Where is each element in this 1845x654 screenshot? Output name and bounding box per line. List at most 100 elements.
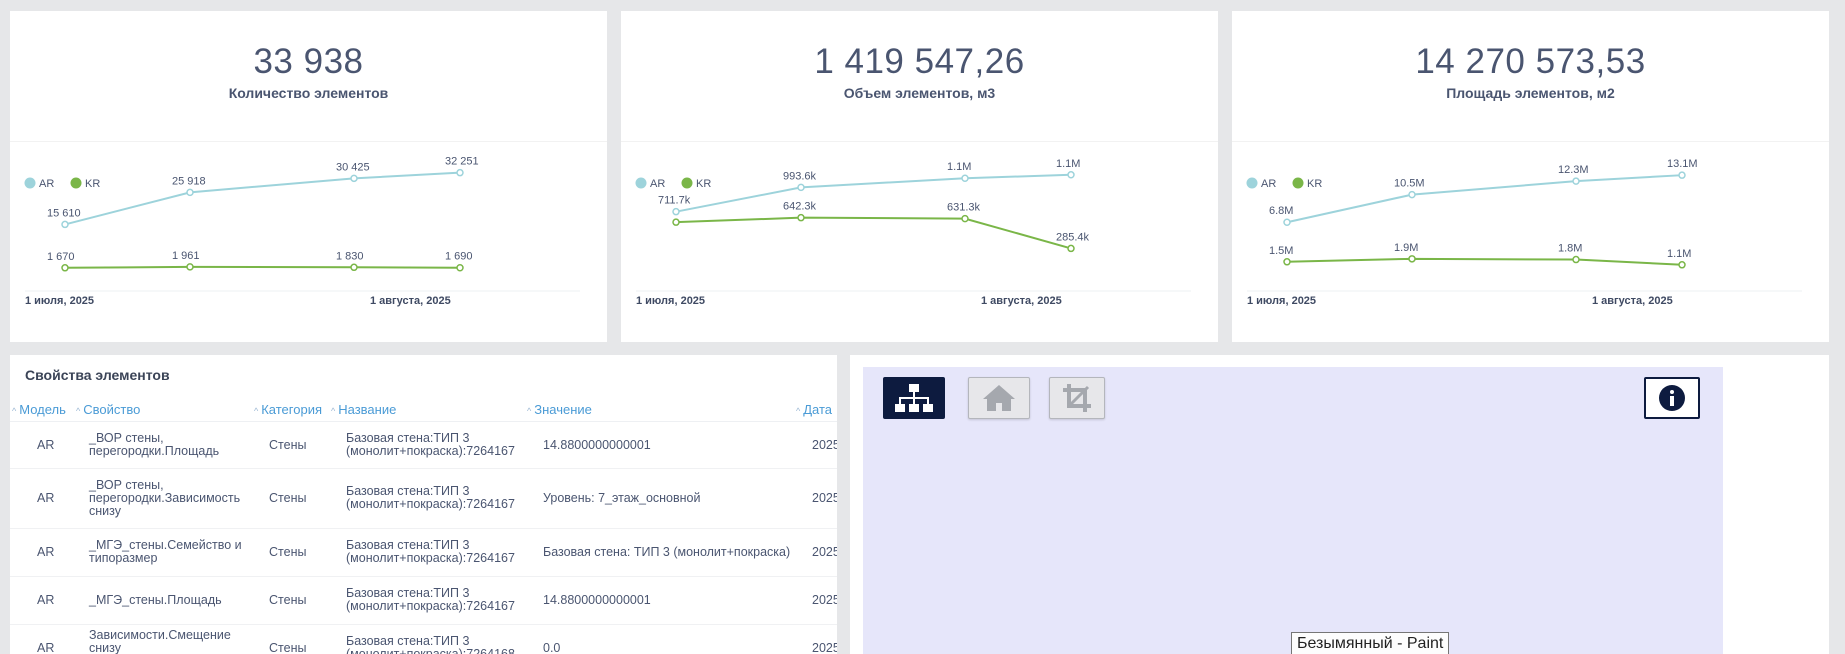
data-label: 6.8M bbox=[1269, 205, 1293, 217]
cell-value: 0.0 bbox=[543, 641, 561, 654]
cell-property: _ВОР стены, перегородки.Зависимость сниз… bbox=[89, 478, 241, 518]
legend-label[interactable]: AR bbox=[1261, 178, 1276, 190]
legend-marker bbox=[70, 177, 82, 189]
kpi-card-volume: 1 419 547,26 Объем элементов, м3 AR KR 1 и… bbox=[621, 11, 1218, 342]
model-tree-button[interactable] bbox=[883, 377, 945, 419]
x-tick-label: 1 июля, 2025 bbox=[25, 295, 94, 307]
kpi-card-area: 14 270 573,53 Площадь элементов, м2 AR KR… bbox=[1232, 11, 1829, 342]
cell-date: 2025 bbox=[812, 641, 837, 654]
table-row[interactable]: AR _ВОР стены, перегородки.Зависимость с… bbox=[10, 469, 837, 529]
data-point[interactable] bbox=[61, 264, 69, 272]
data-label: 642.3k bbox=[783, 201, 817, 213]
data-point[interactable] bbox=[1408, 190, 1416, 199]
x-tick-label: 1 августа, 2025 bbox=[370, 295, 451, 307]
column-header-category[interactable]: ^ Категория bbox=[254, 402, 322, 417]
cell-property: _МГЭ_стены.Площадь bbox=[89, 593, 222, 607]
legend-label[interactable]: AR bbox=[39, 178, 54, 190]
cell-model: AR bbox=[37, 641, 55, 654]
legend-label[interactable]: KR bbox=[1307, 178, 1322, 190]
data-point[interactable] bbox=[797, 183, 805, 192]
cell-model: AR bbox=[37, 593, 55, 607]
line-chart: AR KR 1 июля, 2025 1 августа, 2025 711.7k 993… bbox=[635, 158, 1191, 307]
data-point[interactable] bbox=[1408, 255, 1416, 263]
model-viewer-panel: Безымянный - Paint bbox=[850, 355, 1829, 654]
data-label: 13.1M bbox=[1667, 158, 1698, 170]
data-label: 1.9M bbox=[1394, 242, 1418, 254]
data-label: 10.5M bbox=[1394, 178, 1425, 190]
data-point[interactable] bbox=[961, 174, 969, 182]
data-point[interactable] bbox=[1678, 171, 1686, 179]
data-label: 1 690 bbox=[445, 251, 473, 263]
data-label: 1.1M bbox=[1667, 248, 1691, 260]
table-row[interactable]: AR _ВОР стены, перегородки.Площадь Стены… bbox=[10, 422, 837, 469]
cell-category: Стены bbox=[269, 545, 307, 559]
section-box-button[interactable] bbox=[1049, 377, 1105, 419]
data-point[interactable] bbox=[1283, 218, 1291, 226]
cell-property: _ВОР стены, перегородки.Площадь bbox=[89, 431, 220, 458]
cell-name: Базовая стена:ТИП 3 (монолит+покраска):7… bbox=[346, 538, 515, 565]
legend-label[interactable]: AR bbox=[650, 178, 665, 190]
column-header-model[interactable]: ^ Модель bbox=[12, 402, 66, 417]
data-point[interactable] bbox=[672, 218, 680, 226]
cell-name: Базовая стена:ТИП 3 (монолит+покраска):7… bbox=[346, 634, 515, 654]
column-header-date[interactable]: ^ Дата bbox=[796, 402, 832, 417]
properties-panel: Свойства элементов ^ Модель ^ Свойство ^ Ка… bbox=[10, 355, 837, 654]
cell-date: 2025 bbox=[812, 545, 837, 559]
data-point[interactable] bbox=[1572, 177, 1580, 185]
data-point[interactable] bbox=[1678, 261, 1686, 269]
data-label: 993.6k bbox=[783, 170, 817, 182]
data-label: 1 961 bbox=[172, 250, 200, 262]
cell-category: Стены bbox=[269, 641, 307, 654]
table-row[interactable]: AR _МГЭ_стены.Площадь Стены Базовая стен… bbox=[10, 577, 837, 625]
data-point[interactable] bbox=[1572, 255, 1580, 264]
data-point[interactable] bbox=[61, 220, 69, 229]
legend-marker bbox=[1292, 177, 1304, 189]
legend-label[interactable]: KR bbox=[696, 178, 711, 190]
cell-date: 2025 bbox=[812, 593, 837, 607]
cell-name: Базовая стена:ТИП 3 (монолит+покраска):7… bbox=[346, 586, 515, 613]
data-point[interactable] bbox=[186, 188, 194, 197]
model-viewer-canvas[interactable]: Безымянный - Paint bbox=[863, 367, 1723, 654]
info-button[interactable] bbox=[1644, 377, 1700, 419]
data-point[interactable] bbox=[1067, 171, 1075, 179]
column-header-property[interactable]: ^ Свойство bbox=[76, 402, 140, 417]
data-label: 1.5M bbox=[1269, 245, 1293, 257]
column-header-name[interactable]: ^ Название bbox=[331, 402, 396, 417]
data-point[interactable] bbox=[961, 214, 969, 223]
home-view-button[interactable] bbox=[968, 377, 1030, 419]
home-icon bbox=[983, 385, 1015, 411]
legend-label[interactable]: KR bbox=[85, 178, 100, 190]
data-point[interactable] bbox=[1283, 258, 1291, 266]
cell-category: Стены bbox=[269, 491, 307, 505]
data-label: 12.3M bbox=[1558, 164, 1589, 176]
info-icon bbox=[1659, 385, 1685, 411]
legend-marker bbox=[635, 177, 647, 189]
data-label: 25 918 bbox=[172, 175, 206, 187]
cell-property: Зависимости.Смещение снизу bbox=[89, 628, 231, 654]
data-point[interactable] bbox=[456, 168, 464, 177]
sort-up-icon: ^ bbox=[527, 406, 532, 416]
data-point[interactable] bbox=[350, 174, 358, 183]
data-label: 1.1M bbox=[947, 161, 971, 173]
sort-up-icon: ^ bbox=[331, 406, 336, 416]
column-header-value[interactable]: ^ Значение bbox=[527, 402, 592, 417]
data-label: 15 610 bbox=[47, 207, 81, 219]
data-label: 285.4k bbox=[1056, 231, 1090, 243]
cell-property: _МГЭ_стены.Семейство и типоразмер bbox=[89, 538, 242, 565]
x-tick-label: 1 августа, 2025 bbox=[1592, 295, 1673, 307]
sort-up-icon: ^ bbox=[254, 406, 259, 416]
sort-up-icon: ^ bbox=[76, 406, 81, 416]
series-line-KR bbox=[675, 216, 1072, 250]
panel-title: Свойства элементов bbox=[25, 367, 170, 383]
table-row[interactable]: AR Зависимости.Смещение снизу Стены Базо… bbox=[10, 625, 837, 654]
data-point[interactable] bbox=[1067, 244, 1075, 253]
data-point[interactable] bbox=[350, 263, 358, 272]
data-label: 1 830 bbox=[336, 250, 364, 262]
data-point[interactable] bbox=[186, 263, 194, 271]
table-row[interactable]: AR _МГЭ_стены.Семейство и типоразмер Сте… bbox=[10, 529, 837, 577]
data-point[interactable] bbox=[672, 207, 680, 216]
data-point[interactable] bbox=[797, 213, 805, 222]
sort-up-icon: ^ bbox=[12, 406, 17, 416]
data-label: 711.7k bbox=[658, 195, 691, 207]
data-point[interactable] bbox=[456, 263, 464, 272]
